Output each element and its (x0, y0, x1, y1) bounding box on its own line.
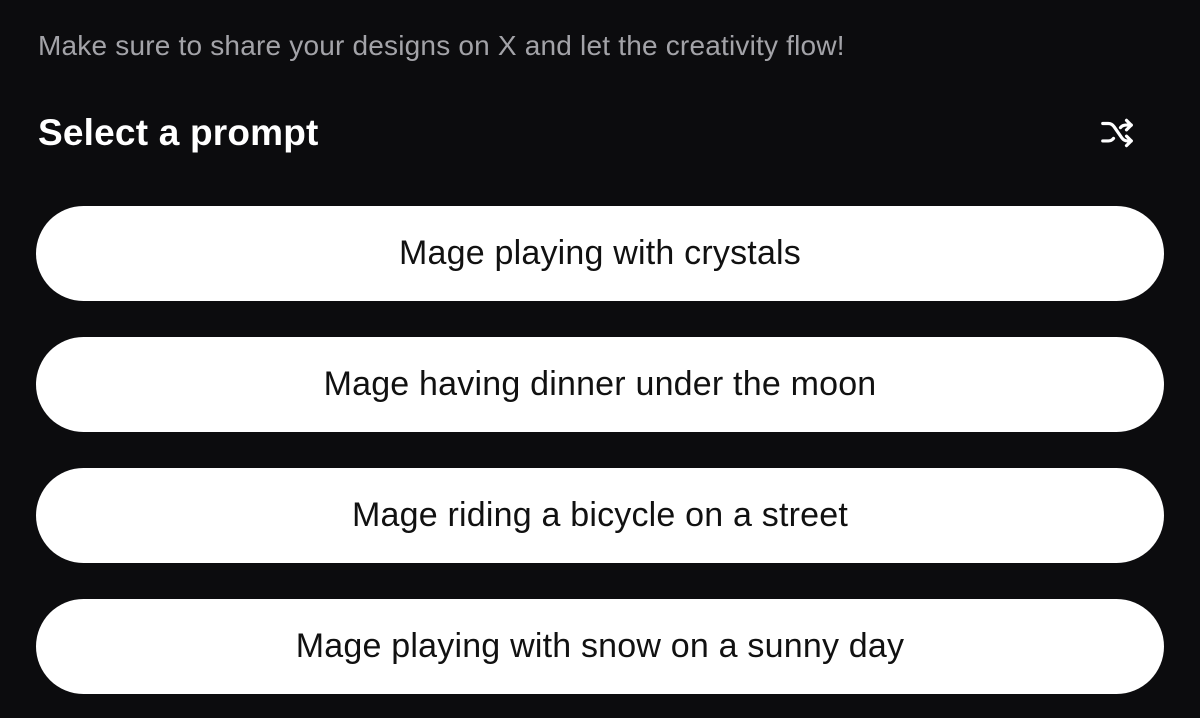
prompt-button-dinner-moon[interactable]: Mage having dinner under the moon (36, 337, 1164, 432)
prompt-button-bicycle-street[interactable]: Mage riding a bicycle on a street (36, 468, 1164, 563)
prompt-button-crystals[interactable]: Mage playing with crystals (36, 206, 1164, 301)
prompt-button-snow-sunny-day[interactable]: Mage playing with snow on a sunny day (36, 599, 1164, 694)
section-title: Select a prompt (38, 112, 319, 153)
prompt-panel: Make sure to share your designs on X and… (0, 0, 1200, 718)
prompt-header: Select a prompt (38, 108, 1140, 158)
shuffle-button[interactable] (1094, 110, 1140, 156)
prompt-list: Mage playing with crystals Mage having d… (36, 206, 1164, 694)
shuffle-icon (1101, 118, 1133, 148)
intro-text: Make sure to share your designs on X and… (38, 30, 845, 61)
